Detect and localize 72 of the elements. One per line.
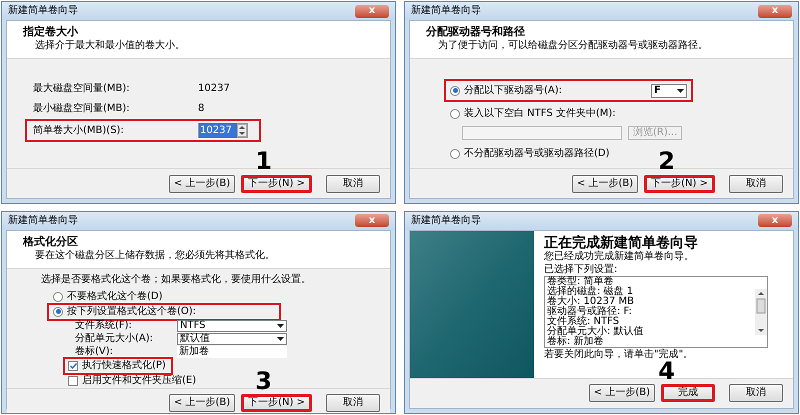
radio-label[interactable]: 装入以下空白 NTFS 文件夹中(M): — [464, 106, 616, 121]
page-heading: 正在完成新建简单卷向导 — [544, 234, 699, 250]
radio-button[interactable] — [450, 108, 460, 118]
page-heading: 指定卷大小 — [23, 25, 79, 39]
settings-line: 文件系统: NTFS — [547, 316, 620, 326]
page-heading: 格式化分区 — [23, 234, 79, 248]
radio-label[interactable]: 不分配驱动器号或驱动器路径(D) — [464, 146, 610, 161]
list-label: 已选择下列设置: — [544, 264, 618, 276]
radio-button[interactable] — [53, 292, 63, 302]
field-label: 最小磁盘空间量(MB): — [33, 102, 131, 116]
wizard-button[interactable]: 下一步(N) > — [644, 174, 715, 192]
wizard-button[interactable]: 取消 — [729, 174, 783, 192]
radio-label[interactable]: 按下列设置格式化这个卷(O): — [67, 306, 196, 318]
checkbox[interactable] — [68, 376, 78, 386]
closing-instruction: 若要关闭此向导，请单击"完成"。 — [544, 348, 694, 360]
wizard-button[interactable]: 下一步(N) > — [241, 394, 312, 412]
field-value: 10237 — [198, 82, 230, 96]
wizard-button[interactable]: < 上一步(B) — [588, 384, 655, 402]
wizard-button[interactable]: < 上一步(B) — [168, 394, 236, 412]
drive-letter-dropdown[interactable]: F — [651, 84, 687, 98]
page-description: 为了便于访问，可以给磁盘分区分配驱动器号或驱动器路径。 — [437, 39, 709, 52]
folder-path-field[interactable] — [462, 126, 622, 140]
radio-button[interactable] — [53, 306, 63, 316]
window-title: 新建简单卷向导 — [8, 216, 78, 226]
settings-line: 驱动器号或路径: F: — [547, 306, 633, 316]
caret-icon — [677, 88, 684, 92]
checkbox-label[interactable]: 执行快速格式化(P) — [82, 360, 166, 372]
checkmark-icon — [70, 362, 76, 368]
settings-line: 选择的磁盘: 磁盘 1 — [547, 286, 634, 296]
checkbox[interactable] — [68, 360, 78, 370]
dropdown-field[interactable]: 默认值 — [177, 332, 287, 344]
wizard-button[interactable]: 取消 — [326, 174, 380, 192]
completion-message: 您已经成功完成新建简单卷向导。 — [544, 250, 694, 262]
caret-icon — [277, 324, 284, 328]
checkbox-label[interactable]: 启用文件和文件夹压缩(E) — [82, 374, 196, 386]
text-field[interactable]: 新加卷 — [177, 346, 287, 358]
size-spinbox[interactable]: 10237 — [198, 123, 248, 138]
step-number: 1 — [255, 149, 272, 173]
spinner-arrows-icon[interactable] — [237, 124, 247, 137]
page-description: 要在这个磁盘分区上储存数据，您必须先将其格式化。 — [34, 248, 276, 262]
settings-line: 卷类型: 简单卷 — [547, 276, 614, 286]
wizard-button[interactable]: 取消 — [326, 394, 380, 412]
window-title: 新建简单卷向导 — [411, 6, 481, 16]
field-label: 最大磁盘空间量(MB): — [33, 82, 131, 96]
wizard-button[interactable]: < 上一步(B) — [168, 174, 236, 192]
step-number: 3 — [255, 368, 272, 392]
format-prompt: 选择是否要格式化这个卷；如果要格式化，要使用什么设置。 — [41, 274, 312, 286]
radio-button[interactable] — [450, 86, 460, 96]
window-title: 新建简单卷向导 — [8, 6, 78, 16]
wizard-button[interactable]: 取消 — [729, 384, 783, 402]
wizard-button[interactable]: 下一步(N) > — [241, 174, 312, 192]
step-number: 4 — [658, 358, 675, 382]
dropdown-field[interactable]: NTFS — [177, 320, 287, 332]
radio-label[interactable]: 不要格式化这个卷(D) — [67, 290, 163, 302]
caret-icon — [277, 336, 284, 340]
field-label: 文件系统(F): — [75, 320, 133, 332]
wizard-button[interactable]: < 上一步(B) — [572, 174, 638, 192]
page-heading: 分配驱动器号和路径 — [426, 25, 526, 39]
settings-list[interactable]: 卷类型: 简单卷 选择的磁盘: 磁盘 1 卷大小: 10237 MB 驱动器号或路径: F: 文件系统: NTFS 分配单元大小: 默认值 卷标: 新加卷 — [544, 276, 768, 348]
window-title: 新建简单卷向导 — [411, 216, 481, 226]
field-value: 8 — [198, 102, 204, 116]
settings-line: 分配单元大小: 默认值 — [547, 326, 645, 336]
step-number: 2 — [658, 149, 675, 173]
settings-line: 卷标: 新加卷 — [547, 336, 605, 346]
field-label: 卷标(V): — [75, 346, 114, 358]
page-description: 选择介于最大和最小值的卷大小。 — [34, 39, 186, 52]
field-label: 分配单元大小(A): — [75, 332, 154, 344]
settings-line: 卷大小: 10237 MB — [547, 296, 636, 306]
field-label: 简单卷大小(MB)(S): — [33, 124, 125, 138]
radio-label[interactable]: 分配以下驱动器号(A): — [464, 83, 562, 98]
wizard-button[interactable]: 完成 — [661, 384, 715, 402]
radio-button[interactable] — [450, 148, 460, 158]
